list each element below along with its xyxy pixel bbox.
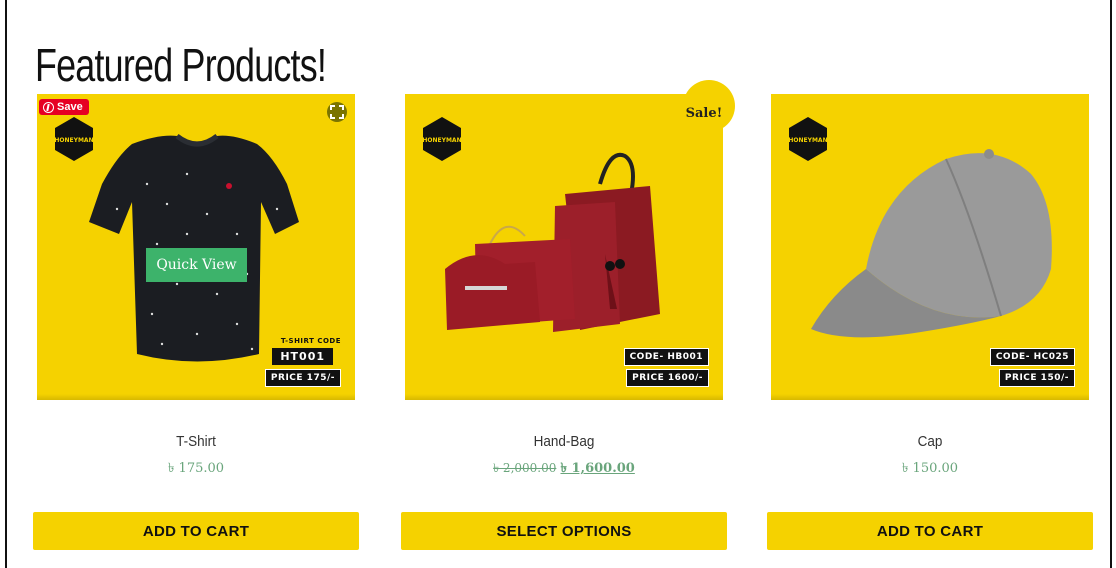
add-to-cart-button[interactable]: ADD TO CART [33,512,359,550]
image-code-label: T-SHIRT CODE [280,337,341,345]
pinterest-icon [43,101,54,113]
expand-icon[interactable] [327,102,347,122]
add-to-cart-button[interactable]: ADD TO CART [767,512,1093,550]
product-image[interactable]: HONEYMAN Sale! CODE- HB001 PRICE 1600/- [405,80,735,400]
image-code: CODE- HB001 [623,348,709,366]
image-price-tag: PRICE 175/- [264,369,341,387]
product-card-cap: HONEYMAN CODE- HC025 PRICE 150/- Cap ৳ 1… [767,94,1093,550]
pinterest-save-button[interactable]: Save [39,99,89,115]
select-options-button[interactable]: SELECT OPTIONS [401,512,727,550]
image-price-tag: PRICE 1600/- [626,369,709,387]
sale-price: ৳ 1,600.00 [560,461,635,476]
product-title[interactable]: Hand-Bag [417,433,710,450]
product-card-tshirt: HONEYMAN Save Quick View T-SHIRT CODE HT… [33,94,359,550]
product-price: ৳ 2,000.00 ৳ 1,600.00 [401,459,727,480]
product-image[interactable]: HONEYMAN Save Quick View T-SHIRT CODE HT… [37,94,355,400]
old-price: ৳ 2,000.00 [493,461,557,475]
product-price: ৳ 175.00 [167,461,225,476]
image-code: CODE- HC025 [989,348,1075,366]
product-card-handbag: HONEYMAN Sale! CODE- HB001 PRICE 1600/- … [401,80,735,550]
product-title[interactable]: Cap [783,433,1076,450]
product-image[interactable]: HONEYMAN CODE- HC025 PRICE 150/- [771,94,1089,400]
image-price-tag: PRICE 150/- [998,369,1075,387]
product-price: ৳ 150.00 [901,461,959,476]
quick-view-button[interactable]: Quick View [146,248,247,282]
image-code: HT001 [272,348,333,365]
product-title[interactable]: T-Shirt [49,433,342,450]
section-title: Featured Products! [35,38,327,91]
sale-badge: Sale! [683,80,735,132]
